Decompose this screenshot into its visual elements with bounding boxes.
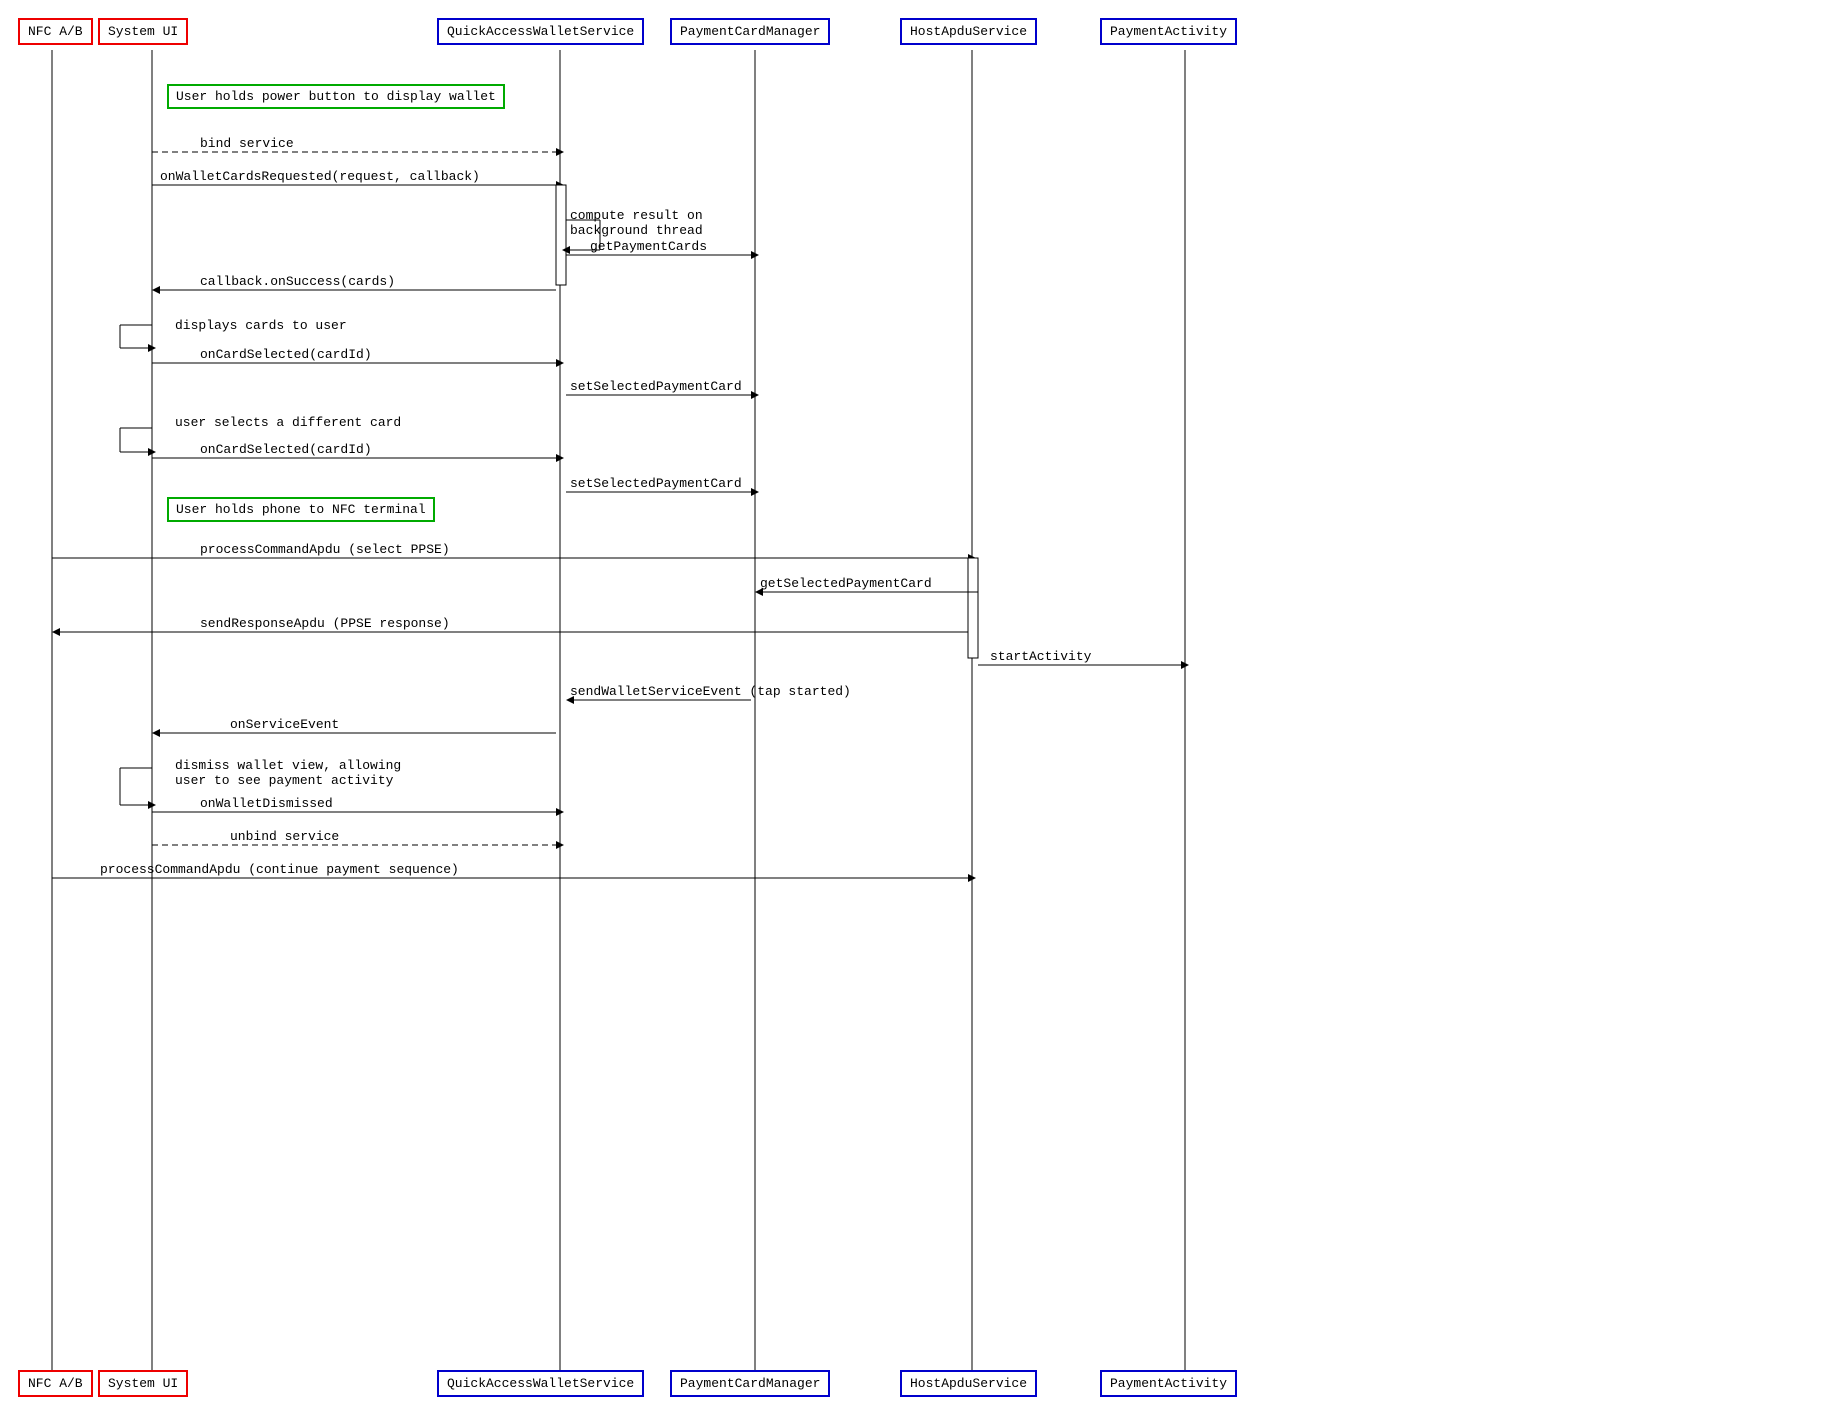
svg-text:onWalletCardsRequested(request: onWalletCardsRequested(request, callback… <box>160 169 480 184</box>
actor-pa-bottom: PaymentActivity <box>1100 1370 1237 1397</box>
svg-text:setSelectedPaymentCard: setSelectedPaymentCard <box>570 476 742 491</box>
actor-sysui-top: System UI <box>98 18 188 45</box>
svg-text:onCardSelected(cardId): onCardSelected(cardId) <box>200 442 372 457</box>
svg-text:processCommandApdu (select PPS: processCommandApdu (select PPSE) <box>200 542 450 557</box>
label-compute: compute result onbackground thread <box>570 208 703 238</box>
note-power-button: User holds power button to display walle… <box>167 84 505 109</box>
svg-text:onServiceEvent: onServiceEvent <box>230 717 339 732</box>
actor-qaws-top: QuickAccessWalletService <box>437 18 644 45</box>
svg-text:onCardSelected(cardId): onCardSelected(cardId) <box>200 347 372 362</box>
actor-pa-top: PaymentActivity <box>1100 18 1237 45</box>
svg-text:callback.onSuccess(cards): callback.onSuccess(cards) <box>200 274 395 289</box>
svg-text:sendWalletServiceEvent (tap st: sendWalletServiceEvent (tap started) <box>570 684 851 699</box>
label-user-selects: user selects a different card <box>175 415 401 430</box>
actor-nfc-top: NFC A/B <box>18 18 93 45</box>
svg-text:setSelectedPaymentCard: setSelectedPaymentCard <box>570 379 742 394</box>
actor-nfc-bottom: NFC A/B <box>18 1370 93 1397</box>
note-nfc-terminal: User holds phone to NFC terminal <box>167 497 435 522</box>
svg-text:startActivity: startActivity <box>990 649 1092 664</box>
actor-sysui-bottom: System UI <box>98 1370 188 1397</box>
label-displays-cards: displays cards to user <box>175 318 347 333</box>
svg-text:bind service: bind service <box>200 136 294 151</box>
actor-qaws-bottom: QuickAccessWalletService <box>437 1370 644 1397</box>
svg-text:sendResponseApdu (PPSE respons: sendResponseApdu (PPSE response) <box>200 616 450 631</box>
svg-text:processCommandApdu (continue p: processCommandApdu (continue payment seq… <box>100 862 459 877</box>
svg-text:onWalletDismissed: onWalletDismissed <box>200 796 333 811</box>
actor-pcm-top: PaymentCardManager <box>670 18 830 45</box>
label-dismiss-wallet: dismiss wallet view, allowinguser to see… <box>175 758 401 788</box>
actor-has-top: HostApduService <box>900 18 1037 45</box>
svg-text:getPaymentCards: getPaymentCards <box>590 239 707 254</box>
arrows-svg: bind service onWalletCardsRequested(requ… <box>0 0 1845 1424</box>
actor-has-bottom: HostApduService <box>900 1370 1037 1397</box>
actor-pcm-bottom: PaymentCardManager <box>670 1370 830 1397</box>
sequence-diagram: NFC A/B System UI QuickAccessWalletServi… <box>0 0 1845 1424</box>
svg-text:getSelectedPaymentCard: getSelectedPaymentCard <box>760 576 932 591</box>
svg-text:unbind service: unbind service <box>230 829 339 844</box>
